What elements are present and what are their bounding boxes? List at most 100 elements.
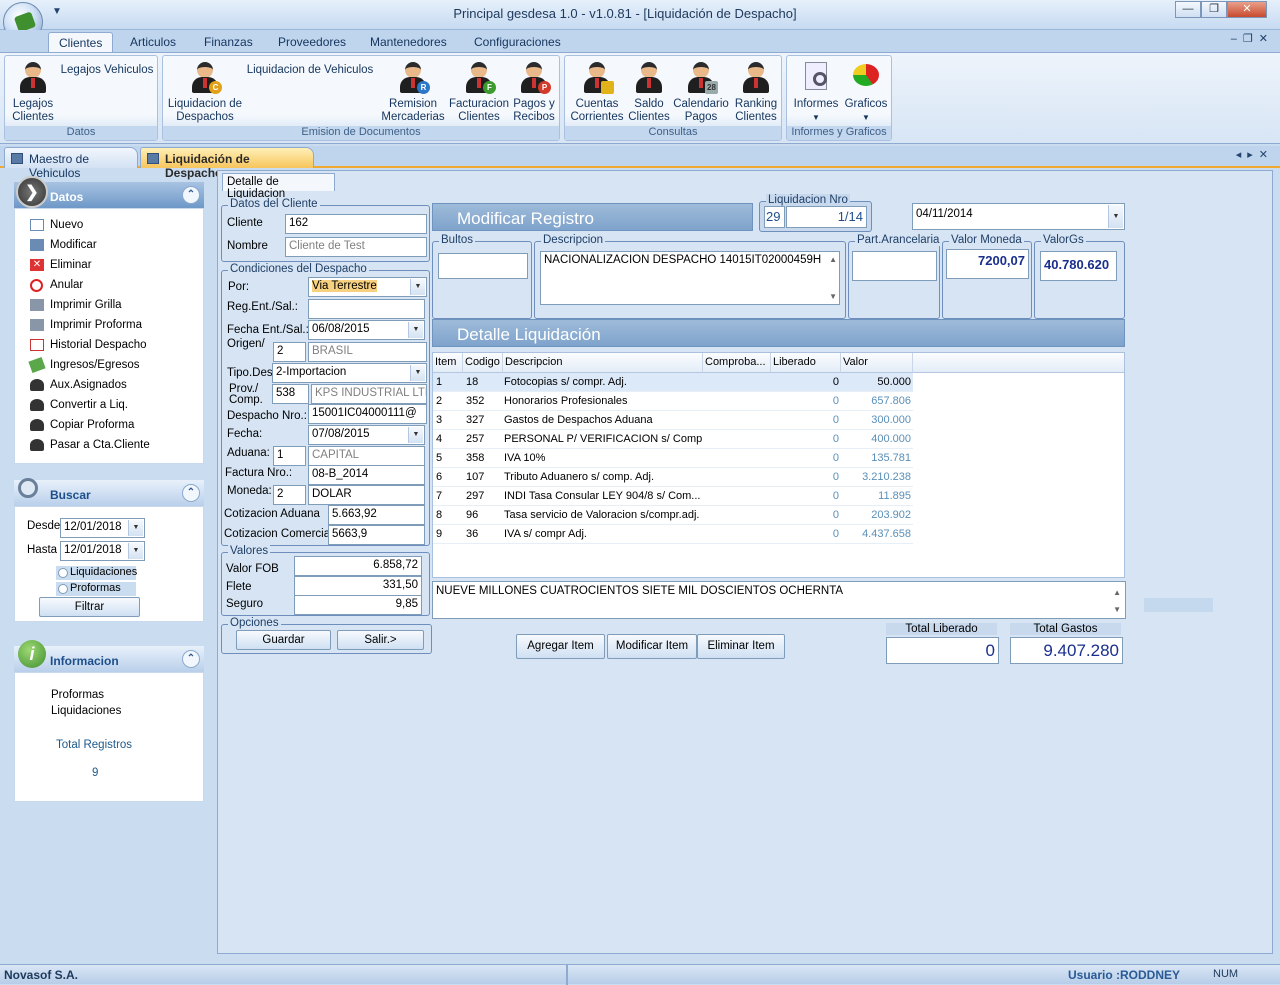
- ranking-clientes-button[interactable]: Ranking Clientes: [731, 60, 781, 124]
- descripcion-textarea[interactable]: NACIONALIZACION DESPACHO 14015IT02000459…: [540, 251, 840, 305]
- tab-proveedores[interactable]: Proveedores: [268, 32, 356, 52]
- cuentas-corrientes-button[interactable]: Cuentas Corrientes: [567, 60, 627, 124]
- collapse-informacion-button[interactable]: ⌃: [182, 650, 200, 668]
- cotizacion-aduana-input[interactable]: 5.663,92: [328, 505, 425, 525]
- legajos-vehiculos-button[interactable]: Legajos Vehiculos: [57, 64, 157, 77]
- graficos-button[interactable]: Graficos ▼: [841, 60, 891, 124]
- agregar-item-button[interactable]: Agregar Item: [516, 634, 605, 659]
- origen-name-input[interactable]: BRASIL: [308, 342, 427, 362]
- imprimir-proforma-action[interactable]: Imprimir Proforma: [30, 317, 142, 335]
- col-header-item[interactable]: Item: [433, 353, 463, 373]
- chevron-down-icon[interactable]: ▼: [128, 520, 143, 536]
- valor-fob-input[interactable]: 6.858,72: [294, 556, 422, 576]
- bultos-input[interactable]: [438, 253, 528, 279]
- fecha-ent-sal-input[interactable]: 06/08/2015 ▼: [308, 320, 425, 340]
- modificar-action[interactable]: Modificar: [30, 237, 97, 255]
- pagos-recibos-button[interactable]: P Pagos y Recibos: [511, 60, 557, 124]
- filtrar-button[interactable]: Filtrar: [39, 597, 140, 617]
- pasar-cta-cliente-action[interactable]: Pasar a Cta.Cliente: [30, 437, 150, 455]
- chevron-down-icon[interactable]: ▼: [410, 365, 425, 381]
- eliminar-action[interactable]: ✕ Eliminar: [30, 257, 92, 275]
- por-select[interactable]: Via Terrestre ▼: [308, 277, 427, 297]
- reg-ent-sal-input[interactable]: [308, 299, 425, 319]
- liquidaciones-radio[interactable]: Liquidaciones: [56, 566, 137, 580]
- doc-tab-controls[interactable]: ◂▸✕: [1236, 148, 1274, 161]
- seguro-input[interactable]: 9,85: [294, 595, 422, 615]
- copiar-proforma-action[interactable]: Copiar Proforma: [30, 417, 134, 435]
- cotizacion-comercial-input[interactable]: 5663,9: [328, 525, 425, 545]
- liquidacion-vehiculos-button[interactable]: Liquidacion de Vehiculos: [245, 64, 375, 77]
- chevron-down-icon[interactable]: ▼: [408, 427, 423, 443]
- liquidacion-nro-right[interactable]: 1/14: [786, 206, 867, 228]
- proformas-radio[interactable]: Proformas: [56, 582, 136, 596]
- col-header-codigo[interactable]: Codigo: [463, 353, 503, 373]
- table-row[interactable]: 1 18 Fotocopias s/ compr. Adj. 0 50.000: [433, 373, 913, 392]
- tab-detalle-liquidacion[interactable]: Detalle de Liquidacion: [222, 173, 335, 200]
- minimize-button[interactable]: —: [1175, 1, 1201, 18]
- chevron-down-icon[interactable]: ▼: [1108, 205, 1123, 228]
- hasta-date-input[interactable]: 12/01/2018 ▼: [60, 541, 145, 561]
- table-row[interactable]: 5 358 IVA 10% 0 135.781: [433, 449, 913, 468]
- chevron-down-icon[interactable]: ▼: [128, 543, 143, 559]
- table-row[interactable]: 7 297 INDI Tasa Consular LEY 904/8 s/ Com.…: [433, 487, 913, 506]
- informes-button[interactable]: Informes ▼: [789, 60, 843, 124]
- origen-code-input[interactable]: 2: [273, 342, 306, 362]
- tab-finanzas[interactable]: Finanzas: [194, 32, 263, 52]
- moneda-code-input[interactable]: 2: [273, 485, 306, 505]
- historial-despacho-action[interactable]: Historial Despacho: [30, 337, 147, 355]
- anular-action[interactable]: Anular: [30, 277, 83, 295]
- guardar-button[interactable]: Guardar: [236, 630, 331, 650]
- col-header-descripcion[interactable]: Descripcion: [503, 353, 703, 373]
- col-header-valor[interactable]: Valor: [841, 353, 913, 373]
- valor-moneda-input[interactable]: 7200,07: [946, 249, 1029, 279]
- table-row[interactable]: 9 36 IVA s/ compr Adj. 0 4.437.658: [433, 525, 913, 544]
- prov-name-input[interactable]: KPS INDUSTRIAL LTD: [311, 384, 427, 404]
- desde-date-input[interactable]: 12/01/2018 ▼: [60, 518, 145, 538]
- cliente-input[interactable]: 162: [285, 214, 427, 234]
- part-arancelaria-input[interactable]: [852, 251, 937, 281]
- prov-code-input[interactable]: 538: [272, 384, 309, 404]
- table-row[interactable]: 3 327 Gastos de Despachos Aduana 0 300.000: [433, 411, 913, 430]
- col-header-liberado[interactable]: Liberado: [771, 353, 841, 373]
- scroll-up-icon[interactable]: ▲: [1113, 588, 1121, 597]
- ingresos-egresos-action[interactable]: Ingresos/Egresos: [28, 356, 140, 375]
- scroll-down-icon[interactable]: ▼: [829, 292, 837, 301]
- tab-configuraciones[interactable]: Configuraciones: [464, 32, 571, 52]
- fecha-input[interactable]: 07/08/2015 ▼: [308, 425, 425, 445]
- tab-mantenedores[interactable]: Mantenedores: [360, 32, 457, 52]
- monto-letras-textarea[interactable]: NUEVE MILLONES CUATROCIENTOS SIETE MIL D…: [432, 581, 1126, 619]
- col-header-comprobante[interactable]: Comproba...: [703, 353, 771, 373]
- flete-input[interactable]: 331,50: [294, 576, 422, 596]
- liquidacion-despachos-button[interactable]: C Liquidacion de Despachos: [165, 60, 245, 124]
- table-row[interactable]: 8 96 Tasa servicio de Valoracion s/compr.a…: [433, 506, 913, 525]
- scroll-down-icon[interactable]: ▼: [1113, 605, 1121, 614]
- tab-articulos[interactable]: Articulos: [120, 32, 186, 52]
- close-button[interactable]: ✕: [1227, 1, 1267, 18]
- saldo-clientes-button[interactable]: Saldo Clientes: [625, 60, 673, 124]
- aduana-code-input[interactable]: 1: [273, 446, 306, 466]
- facturacion-clientes-button[interactable]: F Facturacion Clientes: [447, 60, 511, 124]
- salir-button[interactable]: Salir.>: [337, 630, 424, 650]
- modificar-item-button[interactable]: Modificar Item: [607, 634, 697, 659]
- fecha-liquidacion-select[interactable]: 04/11/2014 ▼: [912, 203, 1125, 230]
- eliminar-item-button[interactable]: Eliminar Item: [697, 634, 785, 659]
- chevron-down-icon[interactable]: ▼: [410, 279, 425, 295]
- mdi-window-controls[interactable]: –❐✕: [1231, 32, 1274, 45]
- chevron-down-icon[interactable]: ▼: [408, 322, 423, 338]
- table-row[interactable]: 6 107 Tributo Aduanero s/ comp. Adj. 0 3.210…: [433, 468, 913, 487]
- valor-gs-input[interactable]: 40.780.620: [1040, 251, 1117, 281]
- collapse-buscar-button[interactable]: ⌃: [182, 484, 200, 502]
- table-row[interactable]: 4 257 PERSONAL P/ VERIFICACION s/ Comp... 0…: [433, 430, 913, 449]
- table-row[interactable]: 2 352 Honorarios Profesionales 0 657.806: [433, 392, 913, 411]
- remision-mercaderias-button[interactable]: R Remision Mercaderias: [381, 60, 445, 124]
- tab-clientes[interactable]: Clientes: [48, 32, 114, 52]
- detalle-grid[interactable]: Item Codigo Descripcion Comproba... Libe…: [432, 352, 1125, 578]
- doc-tab-maestro-vehiculos[interactable]: Maestro de Vehiculos: [4, 147, 138, 180]
- despacho-nro-input[interactable]: 15001IC04000111@: [308, 404, 427, 424]
- aux-asignados-action[interactable]: Aux.Asignados: [30, 377, 127, 395]
- liquidacion-nro-left[interactable]: 29: [764, 206, 785, 228]
- moneda-name-input[interactable]: DOLAR: [308, 485, 425, 505]
- calendario-pagos-button[interactable]: 28 Calendario Pagos: [671, 60, 731, 124]
- nuevo-action[interactable]: Nuevo: [30, 217, 83, 235]
- convertir-liq-action[interactable]: Convertir a Liq.: [30, 397, 128, 415]
